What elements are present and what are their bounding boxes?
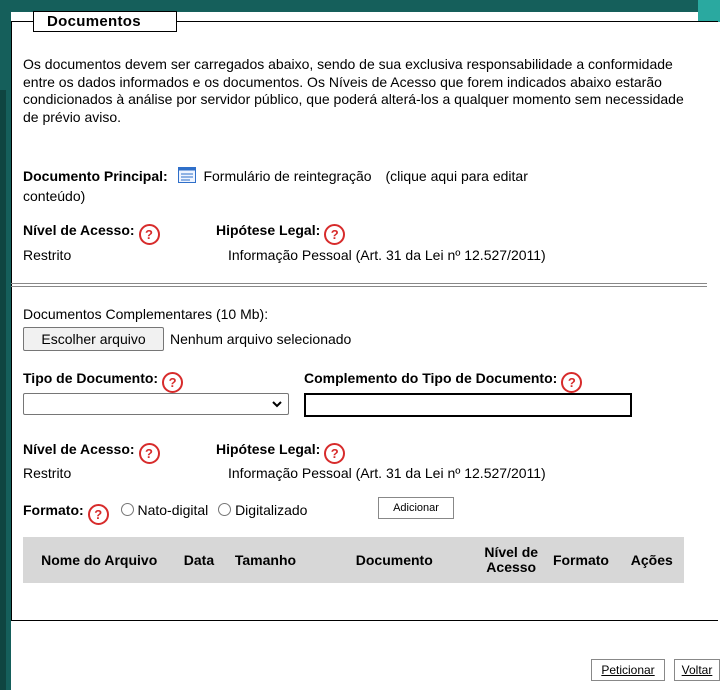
principal-row: Documento Principal: Formulário de reint…: [23, 167, 703, 205]
complemento-label-row: Complemento do Tipo de Documento:?: [304, 370, 583, 393]
radio-nato-digital[interactable]: [120, 503, 134, 516]
principal-hipotese-label: Hipótese Legal:: [216, 222, 321, 238]
tipo-label: Tipo de Documento:: [23, 370, 159, 386]
principal-label: Documento Principal:: [23, 168, 168, 184]
formato-label: Formato:: [23, 502, 84, 518]
file-status: Nenhum arquivo selecionado: [170, 331, 352, 347]
complemento-input[interactable]: [304, 393, 632, 417]
comp-nivel-value: Restrito: [23, 465, 72, 481]
help-icon[interactable]: ?: [87, 504, 109, 525]
add-button[interactable]: Adicionar: [378, 497, 454, 519]
comp-nivel-label: Nível de Acesso:: [23, 441, 135, 457]
tipo-label-row: Tipo de Documento:?: [23, 370, 184, 393]
col-nome: Nome do Arquivo: [41, 551, 158, 568]
complemento-label: Complemento do Tipo de Documento:: [304, 370, 558, 386]
principal-edit-hint-cont[interactable]: conteúdo): [23, 188, 85, 204]
chevron-down-icon: [271, 397, 283, 413]
help-icon[interactable]: ?: [324, 224, 346, 245]
tipo-documento-select[interactable]: [23, 393, 289, 415]
help-icon[interactable]: ?: [162, 372, 184, 393]
voltar-button[interactable]: Voltar: [674, 659, 720, 681]
col-documento: Documento: [355, 551, 433, 568]
window-frame-left-shade: [0, 90, 6, 690]
help-icon[interactable]: ?: [324, 443, 346, 464]
principal-nivel-value: Restrito: [23, 247, 72, 263]
col-formato: Formato: [552, 551, 609, 568]
principal-hipotese-value: Informação Pessoal (Art. 31 da Lei nº 12…: [228, 247, 546, 263]
principal-nivel-label: Nível de Acesso:: [23, 222, 135, 238]
documents-table: Nome do Arquivo Data Tamanho Documento N…: [23, 537, 684, 583]
section-divider: [11, 283, 707, 287]
table-header-row: Nome do Arquivo Data Tamanho Documento N…: [23, 537, 684, 583]
comp-hipotese-label: Hipótese Legal:: [216, 441, 321, 457]
principal-doc-name[interactable]: Formulário de reintegração: [203, 168, 371, 184]
help-icon[interactable]: ?: [138, 443, 160, 464]
choose-file-button[interactable]: Escolher arquivo: [23, 327, 164, 351]
radio-digitalizado[interactable]: [218, 503, 232, 516]
comp-hipotese-row: Hipótese Legal:?: [216, 441, 346, 464]
fieldset-legend: Documentos: [33, 11, 177, 32]
comp-nivel-row: Nível de Acesso:?: [23, 441, 160, 464]
col-nivel-acesso: Nível de Acesso: [480, 537, 542, 583]
col-nivel-line1: Nível de: [484, 544, 539, 560]
col-acoes: Ações: [630, 551, 673, 568]
principal-edit-hint[interactable]: (clique aqui para editar: [385, 168, 527, 184]
principal-nivel-row: Nível de Acesso:?: [23, 222, 160, 245]
col-data: Data: [183, 551, 215, 568]
help-icon[interactable]: ?: [138, 224, 160, 245]
comp-hipotese-value: Informação Pessoal (Art. 31 da Lei nº 12…: [228, 465, 546, 481]
form-icon[interactable]: [177, 167, 196, 187]
peticionar-label: Peticionar: [601, 663, 655, 677]
intro-text: Os documentos devem ser carregados abaix…: [23, 56, 684, 125]
col-nivel-line2: Acesso: [486, 559, 537, 575]
formato-row: Formato:? Nato-digital Digitalizado: [23, 502, 307, 525]
complementares-label: Documentos Complementares (10 Mb):: [23, 306, 269, 322]
peticionar-button[interactable]: Peticionar: [591, 659, 665, 681]
col-tamanho: Tamanho: [234, 551, 297, 568]
radio-digitalizado-label: Digitalizado: [235, 502, 308, 518]
voltar-label: Voltar: [681, 663, 713, 677]
radio-nato-digital-label: Nato-digital: [137, 502, 209, 518]
window-frame-corner: [698, 0, 720, 22]
help-icon[interactable]: ?: [561, 372, 583, 393]
principal-hipotese-row: Hipótese Legal:?: [216, 222, 346, 245]
